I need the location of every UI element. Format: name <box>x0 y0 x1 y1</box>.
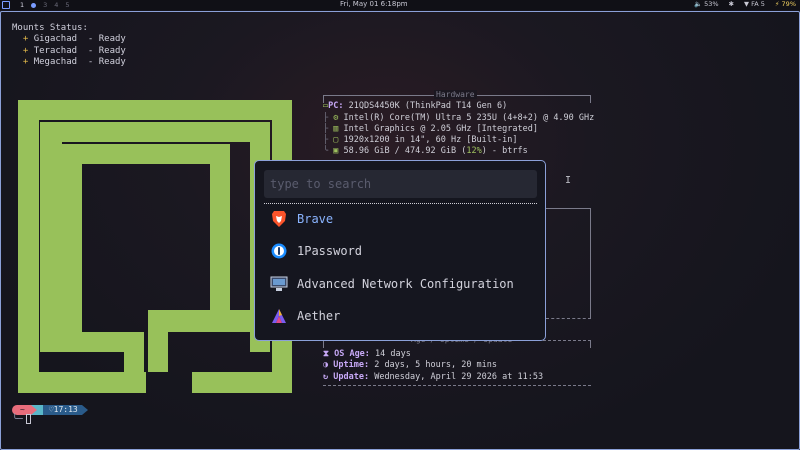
prompt-time-text: 17:13 <box>53 405 78 414</box>
display-value: 1920x1200 in 14", 60 Hz [Built-in] <box>343 135 518 145</box>
prompt-end-arrow-icon <box>81 405 88 415</box>
app-launcher: Brave 1Password Advanced Network Configu… <box>254 160 546 341</box>
prompt-input-line[interactable]: ╰─ <box>12 414 31 425</box>
volume-text: 53% <box>704 0 719 8</box>
uptime-value: 2 days, 5 hours, 20 mins <box>374 360 498 370</box>
launcher-item-label: Brave <box>297 212 334 226</box>
launcher-item-advanced-network-configuration[interactable]: Advanced Network Configuration <box>264 271 537 297</box>
terminal-cursor <box>25 414 31 424</box>
workspace-2-dot-icon[interactable] <box>31 2 37 8</box>
update-label: Update: <box>333 372 370 382</box>
gpu-value: Intel Graphics @ 2.05 GHz [Integrated] <box>343 124 538 134</box>
display-row: ├ ▢ 1920x1200 in 14", 60 Hz [Built-in] <box>323 135 518 145</box>
pc-row: ▭PC: 21QDS4450K (ThinkPad T14 Gen 6) <box>323 101 507 111</box>
workspace-switcher: 1 3 4 5 <box>20 1 70 9</box>
os-age-value: 14 days <box>375 349 411 359</box>
mount-bullet: + <box>22 45 29 56</box>
hourglass-icon: ⧗ <box>323 349 329 359</box>
cpu-value: Intel(R) Core(TM) Ultra 5 235U (4+8+2) @… <box>343 113 595 123</box>
mounts-title: Mounts Status: <box>12 23 88 33</box>
brave-icon <box>270 210 288 228</box>
workspace-3[interactable]: 3 <box>43 1 47 9</box>
update-icon: ↻ <box>323 372 329 382</box>
pc-value: 21QDS4450K (ThinkPad T14 Gen 6) <box>348 101 508 111</box>
gpu-row: ├ ▥ Intel Graphics @ 2.05 GHz [Integrate… <box>323 124 538 134</box>
mount-status: - Ready <box>87 45 126 56</box>
launcher-logo-icon[interactable] <box>2 1 10 9</box>
launcher-item-label: Aether <box>297 309 341 323</box>
top-bar: 1 3 4 5 Fri, May 01 6:18pm 🔈 53% ✱ ▼ FA … <box>0 0 800 10</box>
text-cursor-icon: I <box>565 175 572 186</box>
launcher-item-brave[interactable]: Brave <box>264 206 537 232</box>
cpu-icon: ⚙ <box>333 113 339 123</box>
mount-status: - Ready <box>87 34 126 45</box>
distro-logo <box>18 100 292 393</box>
os-age-row: ⧗ OS Age: 14 days <box>323 349 411 359</box>
launcher-item-label: Advanced Network Configuration <box>297 277 514 291</box>
uptime-row: ◑ Uptime: 2 days, 5 hours, 20 mins <box>323 360 497 370</box>
uptime-icon: ◑ <box>323 360 329 370</box>
launcher-separator <box>264 203 537 204</box>
disk-percent: 12% <box>466 146 482 156</box>
clock[interactable]: Fri, May 01 6:18pm <box>340 0 408 8</box>
disk-icon: ▣ <box>333 146 339 156</box>
disk-used: 58.96 GiB / 474.92 GiB ( <box>343 146 467 156</box>
gpu-icon: ▥ <box>333 124 339 134</box>
disk-row: ╰ ▣ 58.96 GiB / 474.92 GiB (12%) - btrfs <box>323 146 528 156</box>
network-config-icon <box>270 275 288 293</box>
age-header-border: Age / Uptime / Update <box>323 335 591 348</box>
mount-name: Gigachad <box>33 34 83 45</box>
launcher-item-label: 1Password <box>297 244 363 258</box>
update-row: ↻ Update: Wednesday, April 29 2026 at 11… <box>323 372 543 382</box>
battery-text: 79% <box>781 0 796 8</box>
age-bottom-border <box>323 385 591 386</box>
bluetooth-status[interactable]: ✱ <box>729 0 734 8</box>
cpu-row: ├ ⚙ Intel(R) Core(TM) Ultra 5 235U (4+8+… <box>323 113 595 123</box>
mount-status: - Ready <box>87 56 126 67</box>
workspace-1[interactable]: 1 <box>20 1 24 9</box>
panel-border <box>546 318 591 319</box>
wifi-status[interactable]: ▼ FA 5 <box>744 0 765 8</box>
panel-border <box>590 216 591 318</box>
search-input[interactable] <box>264 170 537 198</box>
1password-icon <box>270 242 288 260</box>
status-tray: 🔈 53% ✱ ▼ FA 5 ⚡ 79% <box>694 0 796 8</box>
prompt-line-glyph: ╰─ <box>12 414 23 425</box>
mount-name: Terachad <box>33 45 83 56</box>
prompt-time: ♡17:13 <box>42 405 82 415</box>
display-icon: ▢ <box>333 135 339 145</box>
volume-status[interactable]: 🔈 53% <box>694 0 719 8</box>
launcher-item-aether[interactable]: Aether <box>264 303 537 329</box>
update-value: Wednesday, April 29 2026 at 11:53 <box>374 372 544 382</box>
battery-status[interactable]: ⚡ 79% <box>775 0 796 8</box>
workspace-4[interactable]: 4 <box>54 1 58 9</box>
disk-fs: ) - btrfs <box>481 146 528 156</box>
pc-label: PC: <box>328 101 344 111</box>
mount-bullet: + <box>22 34 29 45</box>
hardware-header: Hardware <box>434 90 477 99</box>
wifi-text: FA 5 <box>751 0 765 8</box>
uptime-label: Uptime: <box>333 360 370 370</box>
aether-icon <box>270 307 288 325</box>
mount-bullet: + <box>22 56 29 67</box>
mounts-status: Mounts Status: + Gigachad - Ready + Tera… <box>12 23 126 68</box>
workspace-5[interactable]: 5 <box>65 1 69 9</box>
launcher-item-1password[interactable]: 1Password <box>264 238 537 264</box>
mount-name: Megachad <box>33 56 83 67</box>
os-age-label: OS Age: <box>334 349 370 359</box>
